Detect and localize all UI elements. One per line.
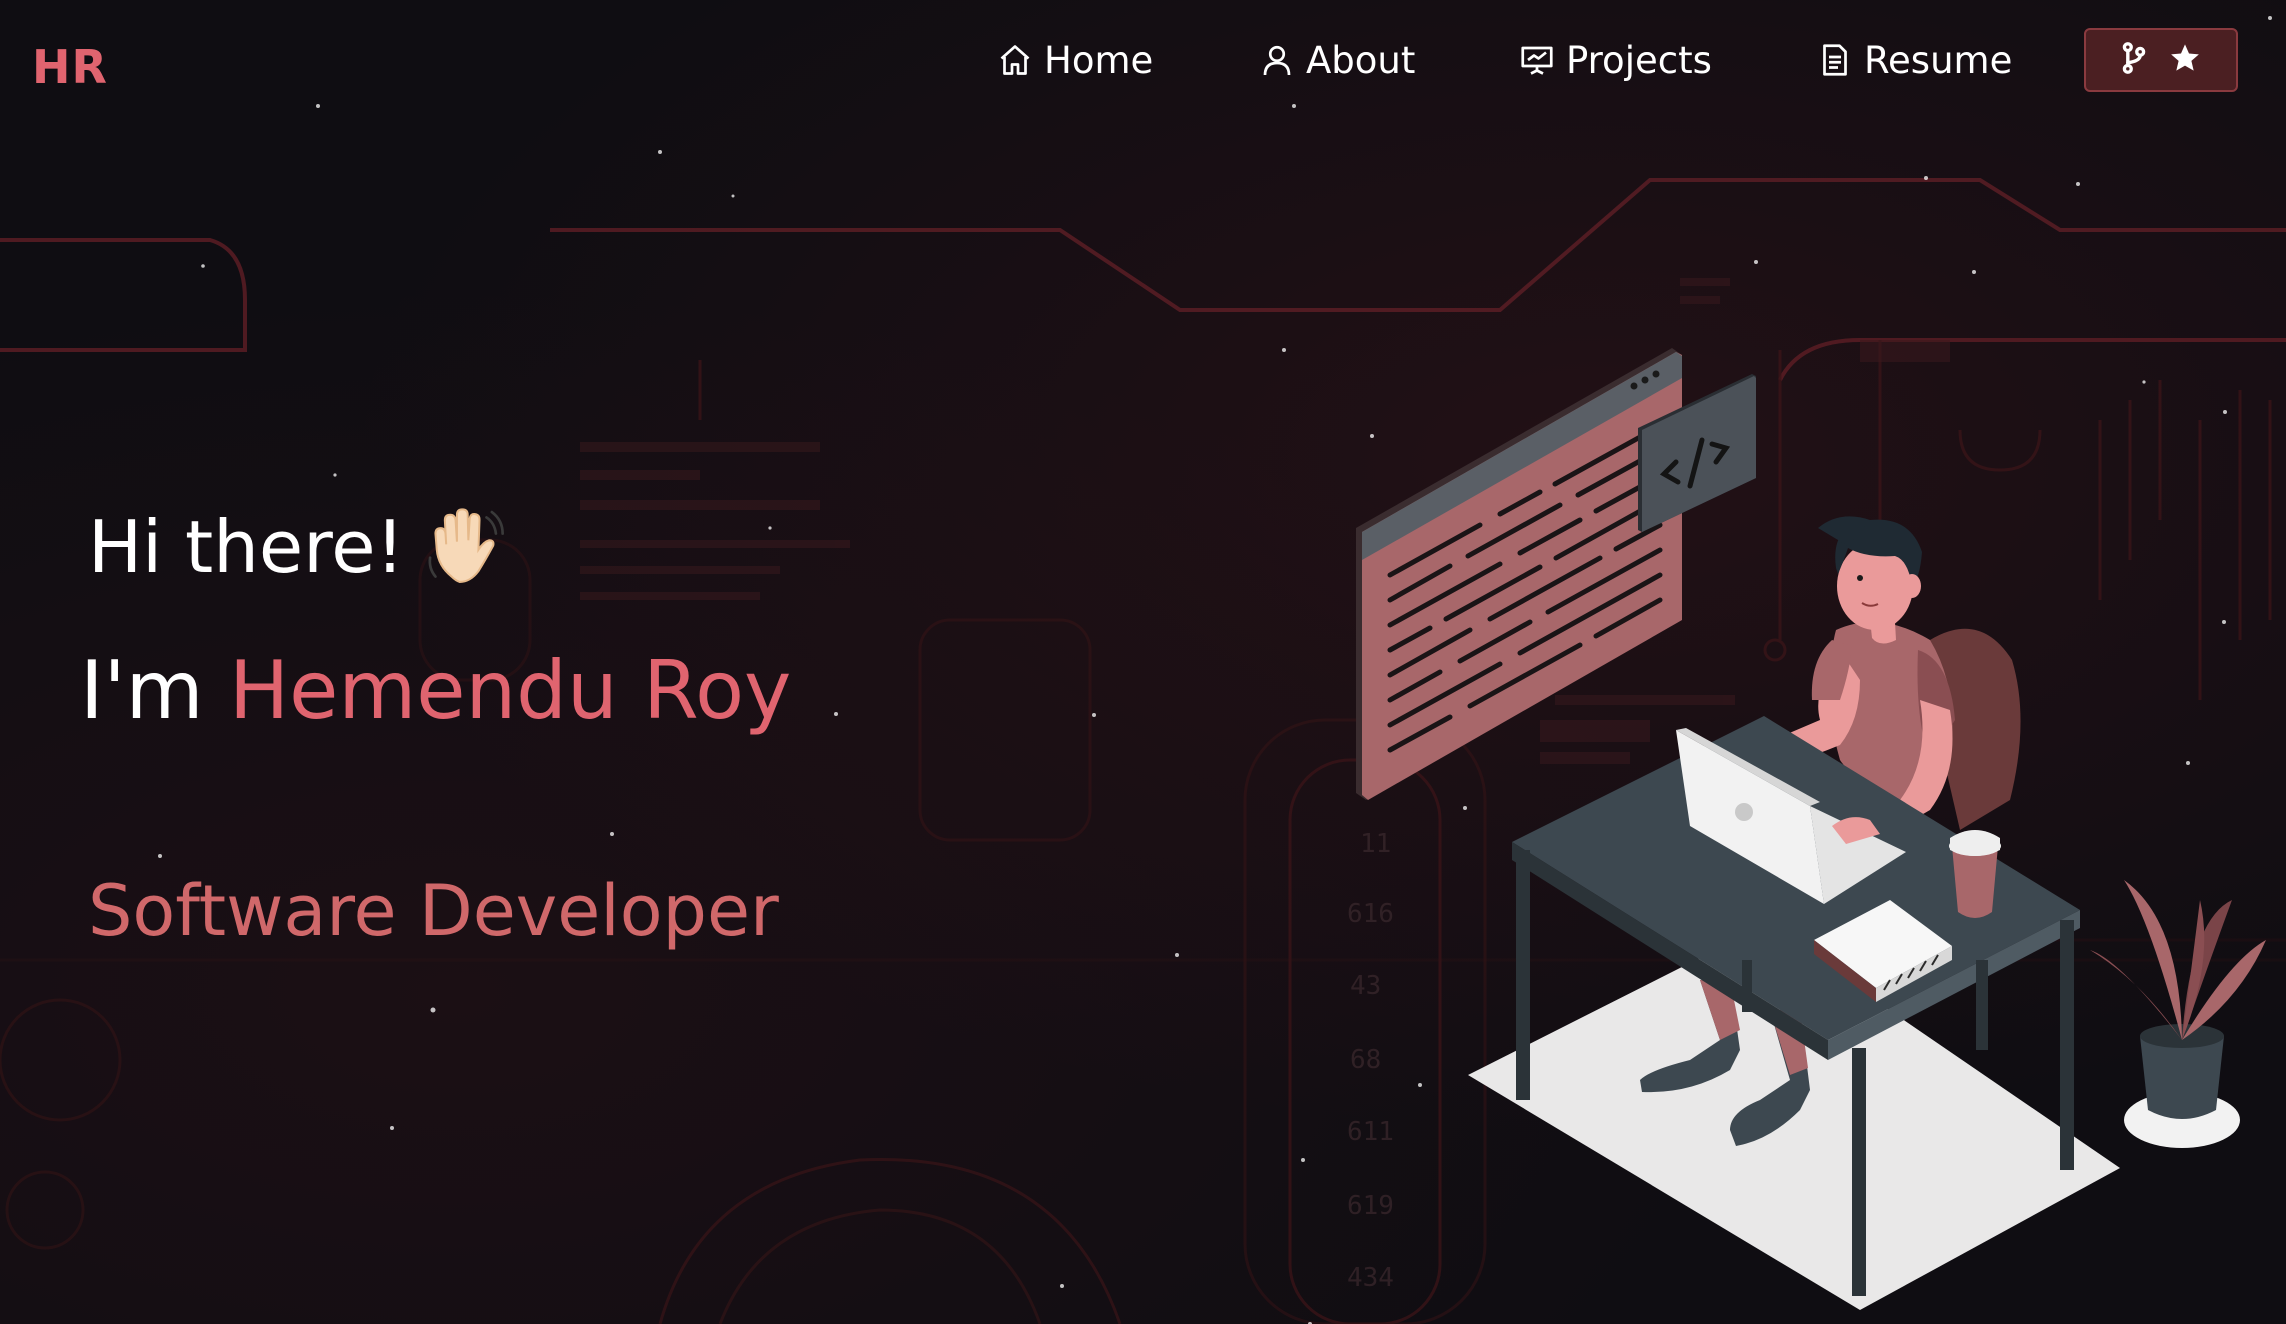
hero-name: Hemendu Roy — [228, 644, 792, 737]
nav-link-resume[interactable]: Resume — [1816, 34, 2012, 86]
navbar: HR Home About Projects Resume — [0, 0, 2286, 122]
github-button[interactable] — [2084, 28, 2238, 92]
portfolio-page: 11 616 43 68 611 619 434 HR Home About P… — [0, 0, 2286, 1324]
developer-illustration — [1356, 348, 2266, 1310]
hero-intro: I'm Hemendu Roy — [80, 644, 791, 737]
intro-prefix: I'm — [80, 644, 229, 737]
code-window — [1356, 348, 1682, 800]
hero-role: Software Developer — [88, 870, 789, 952]
potted-plant — [2090, 880, 2266, 1148]
role-text: Software Developer — [88, 870, 779, 952]
nav-link-projects-label: Projects — [1566, 38, 1712, 82]
waving-hand-icon — [422, 504, 508, 590]
presentation-icon — [1518, 41, 1556, 79]
fork-icon — [2121, 41, 2147, 79]
nav-link-resume-label: Resume — [1864, 38, 2013, 82]
hero-greeting: Hi there! — [88, 504, 508, 590]
document-icon — [1816, 41, 1854, 79]
nav-link-projects[interactable]: Projects — [1518, 34, 1712, 86]
logo[interactable]: HR — [32, 40, 108, 94]
nav-link-home[interactable]: Home — [996, 34, 1153, 86]
nav-link-about-label: About — [1306, 38, 1416, 82]
user-icon — [1258, 41, 1296, 79]
home-icon — [996, 41, 1034, 79]
greeting-text: Hi there! — [88, 505, 405, 589]
nav-link-about[interactable]: About — [1258, 34, 1415, 86]
nav-link-home-label: Home — [1044, 38, 1154, 82]
star-icon — [2169, 42, 2201, 78]
